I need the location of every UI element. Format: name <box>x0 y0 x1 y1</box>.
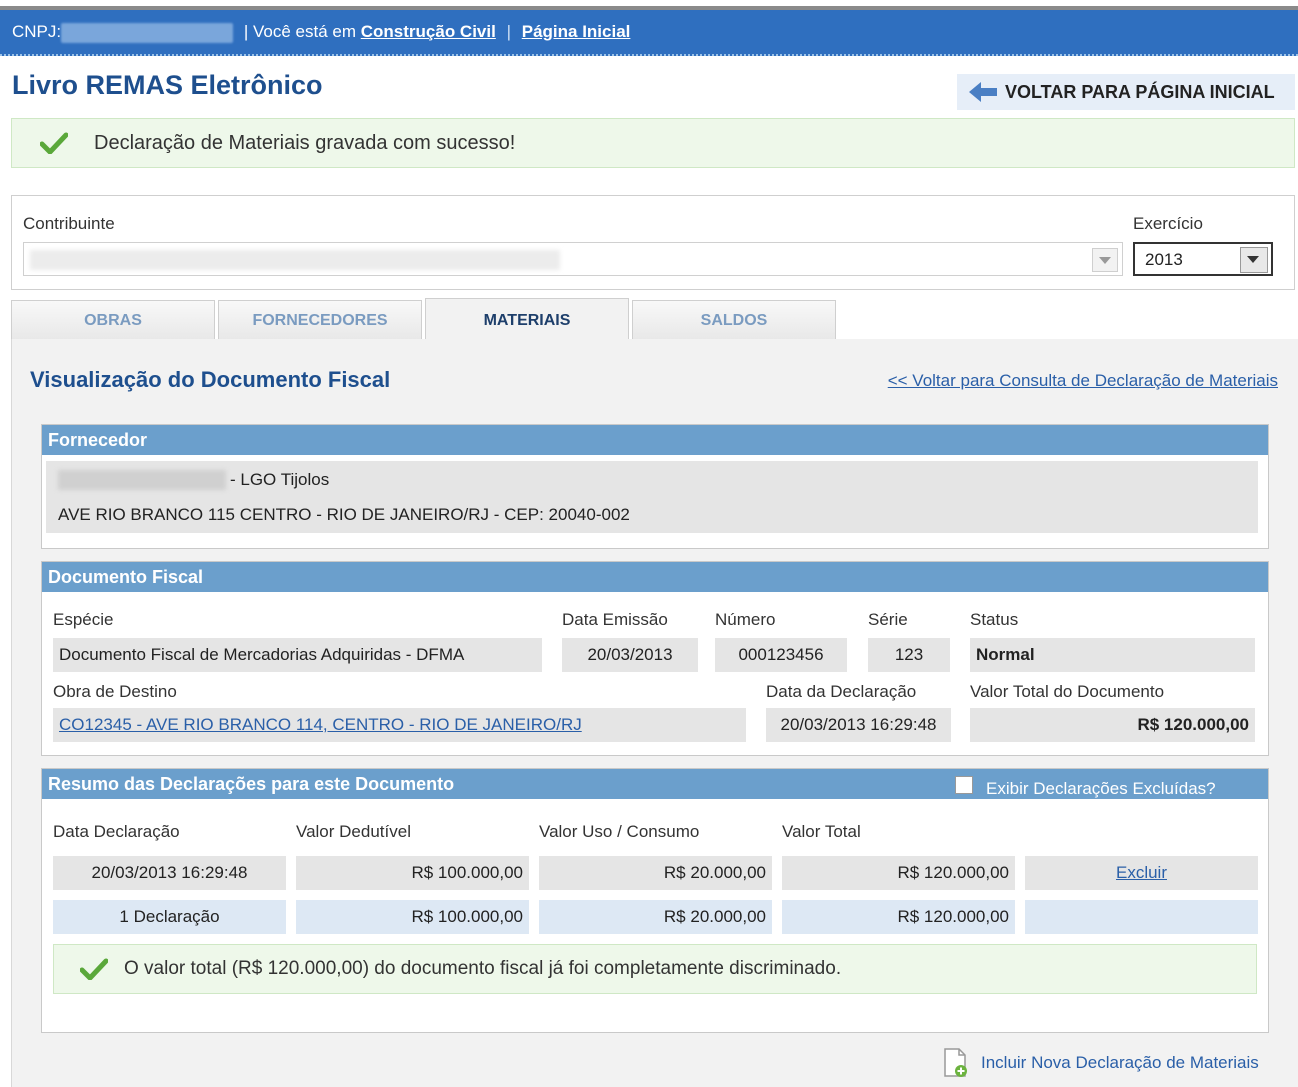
resumo-header-title: Resumo das Declarações para este Documen… <box>48 774 455 794</box>
breadcrumb: CNPJ: | Você está em Construção Civil | … <box>12 22 630 43</box>
resumo-section: Resumo das Declarações para este Documen… <box>41 768 1269 1033</box>
materiais-panel: Visualização do Documento Fiscal << Volt… <box>11 339 1298 1087</box>
contribuinte-select[interactable] <box>23 242 1123 276</box>
documento-fiscal-header: Documento Fiscal <box>42 562 1268 592</box>
cnpj-value-redacted <box>61 22 234 43</box>
back-to-consulta-link[interactable]: << Voltar para Consulta de Declaração de… <box>888 371 1278 391</box>
fornecedor-name: - LGO Tijolos <box>230 470 330 489</box>
especie-value: Documento Fiscal de Mercadorias Adquirid… <box>53 638 542 672</box>
status-value: Normal <box>970 638 1255 672</box>
documento-fiscal-section: Documento Fiscal Espécie Documento Fisca… <box>41 561 1269 756</box>
col-valor-uso-consumo: Valor Uso / Consumo <box>539 822 700 841</box>
fornecedor-info: - LGO Tijolos AVE RIO BRANCO 115 CENTRO … <box>46 461 1258 533</box>
obra-destino-field: CO12345 - AVE RIO BRANCO 114, CENTRO - R… <box>53 708 746 742</box>
summary-uso-consumo: R$ 20.000,00 <box>539 900 772 934</box>
valor-total-label: Valor Total do Documento <box>970 682 1165 701</box>
top-bar: CNPJ: | Você está em Construção Civil | … <box>0 0 1298 56</box>
excluir-link[interactable]: Excluir <box>1116 863 1167 882</box>
numero-label: Número <box>715 610 776 629</box>
show-deleted-label: Exibir Declarações Excluídas? <box>986 779 1216 798</box>
data-declaracao-value: 20/03/2013 16:29:48 <box>766 708 951 742</box>
success-message: Declaração de Materiais gravada com suce… <box>11 118 1295 168</box>
add-declaracao-link[interactable]: Incluir Nova Declaração de Materiais <box>943 1048 1259 1078</box>
filter-box: Contribuinte Exercício 2013 <box>11 195 1295 290</box>
fornecedor-header: Fornecedor <box>42 425 1268 455</box>
add-declaracao-label: Incluir Nova Declaração de Materiais <box>981 1053 1259 1072</box>
data-emissao-value: 20/03/2013 <box>562 638 698 672</box>
tab-obras[interactable]: OBRAS <box>11 300 215 340</box>
show-deleted-checkbox[interactable] <box>955 776 973 794</box>
tab-materiais[interactable]: MATERIAIS <box>425 298 629 342</box>
back-to-home-label: VOLTAR PARA PÁGINA INICIAL <box>1005 81 1275 102</box>
chevron-down-icon <box>1247 256 1259 263</box>
add-document-icon <box>944 1048 967 1077</box>
fornecedor-cnpj-redacted <box>58 470 226 490</box>
exercicio-select[interactable]: 2013 <box>1133 242 1273 276</box>
chevron-down-icon <box>1099 257 1111 264</box>
cnpj-label: CNPJ: <box>12 22 62 41</box>
especie-label: Espécie <box>53 610 114 629</box>
summary-count: 1 Declaração <box>53 900 286 934</box>
tab-fornecedores[interactable]: FORNECEDORES <box>218 300 422 340</box>
tab-saldos[interactable]: SALDOS <box>632 300 836 340</box>
contribuinte-dropdown-button[interactable] <box>1092 248 1118 272</box>
check-icon <box>40 132 68 154</box>
summary-dedutivel: R$ 100.000,00 <box>296 900 529 934</box>
contribuinte-label: Contribuinte <box>23 214 115 233</box>
status-label: Status <box>970 610 1019 629</box>
location-prefix: | Você está em <box>243 22 357 41</box>
exercicio-dropdown-button[interactable] <box>1240 247 1268 273</box>
exercicio-value: 2013 <box>1145 250 1183 269</box>
discriminated-message: O valor total (R$ 120.000,00) do documen… <box>53 944 1257 994</box>
numero-value: 000123456 <box>715 638 847 672</box>
serie-label: Série <box>868 610 908 629</box>
col-data-declaracao: Data Declaração <box>53 822 180 841</box>
discriminated-text: O valor total (R$ 120.000,00) do documen… <box>124 958 842 979</box>
back-to-home-button[interactable]: VOLTAR PARA PÁGINA INICIAL <box>957 74 1295 110</box>
valor-total-value: R$ 120.000,00 <box>970 708 1255 742</box>
fornecedor-address: AVE RIO BRANCO 115 CENTRO - RIO DE JANEI… <box>58 505 630 524</box>
arrow-left-icon <box>969 82 997 102</box>
row-data: 20/03/2013 16:29:48 <box>53 856 286 890</box>
data-declaracao-label: Data da Declaração <box>766 682 917 701</box>
row-action-cell: Excluir <box>1025 856 1258 890</box>
row-total: R$ 120.000,00 <box>782 856 1015 890</box>
data-emissao-label: Data Emissão <box>562 610 668 629</box>
success-text: Declaração de Materiais gravada com suce… <box>94 131 516 154</box>
summary-empty-cell <box>1025 900 1258 934</box>
page-title: Livro REMAS Eletrônico <box>12 70 323 100</box>
contribuinte-value-redacted <box>30 250 560 270</box>
obra-destino-label: Obra de Destino <box>53 682 177 701</box>
col-valor-total: Valor Total <box>782 822 861 841</box>
serie-value: 123 <box>868 638 950 672</box>
row-uso-consumo: R$ 20.000,00 <box>539 856 772 890</box>
breadcrumb-construcao-civil[interactable]: Construção Civil <box>361 22 496 41</box>
fornecedor-section: Fornecedor - LGO Tijolos AVE RIO BRANCO … <box>41 424 1269 549</box>
obra-destino-link[interactable]: CO12345 - AVE RIO BRANCO 114, CENTRO - R… <box>59 715 582 734</box>
breadcrumb-separator: | <box>506 22 511 41</box>
col-valor-dedutivel: Valor Dedutível <box>296 822 411 841</box>
panel-title: Visualização do Documento Fiscal <box>30 367 391 392</box>
row-dedutivel: R$ 100.000,00 <box>296 856 529 890</box>
breadcrumb-pagina-inicial[interactable]: Página Inicial <box>522 22 631 41</box>
check-icon <box>80 958 108 980</box>
exercicio-label: Exercício <box>1133 214 1203 233</box>
summary-total: R$ 120.000,00 <box>782 900 1015 934</box>
resumo-header: Resumo das Declarações para este Documen… <box>42 769 1268 799</box>
